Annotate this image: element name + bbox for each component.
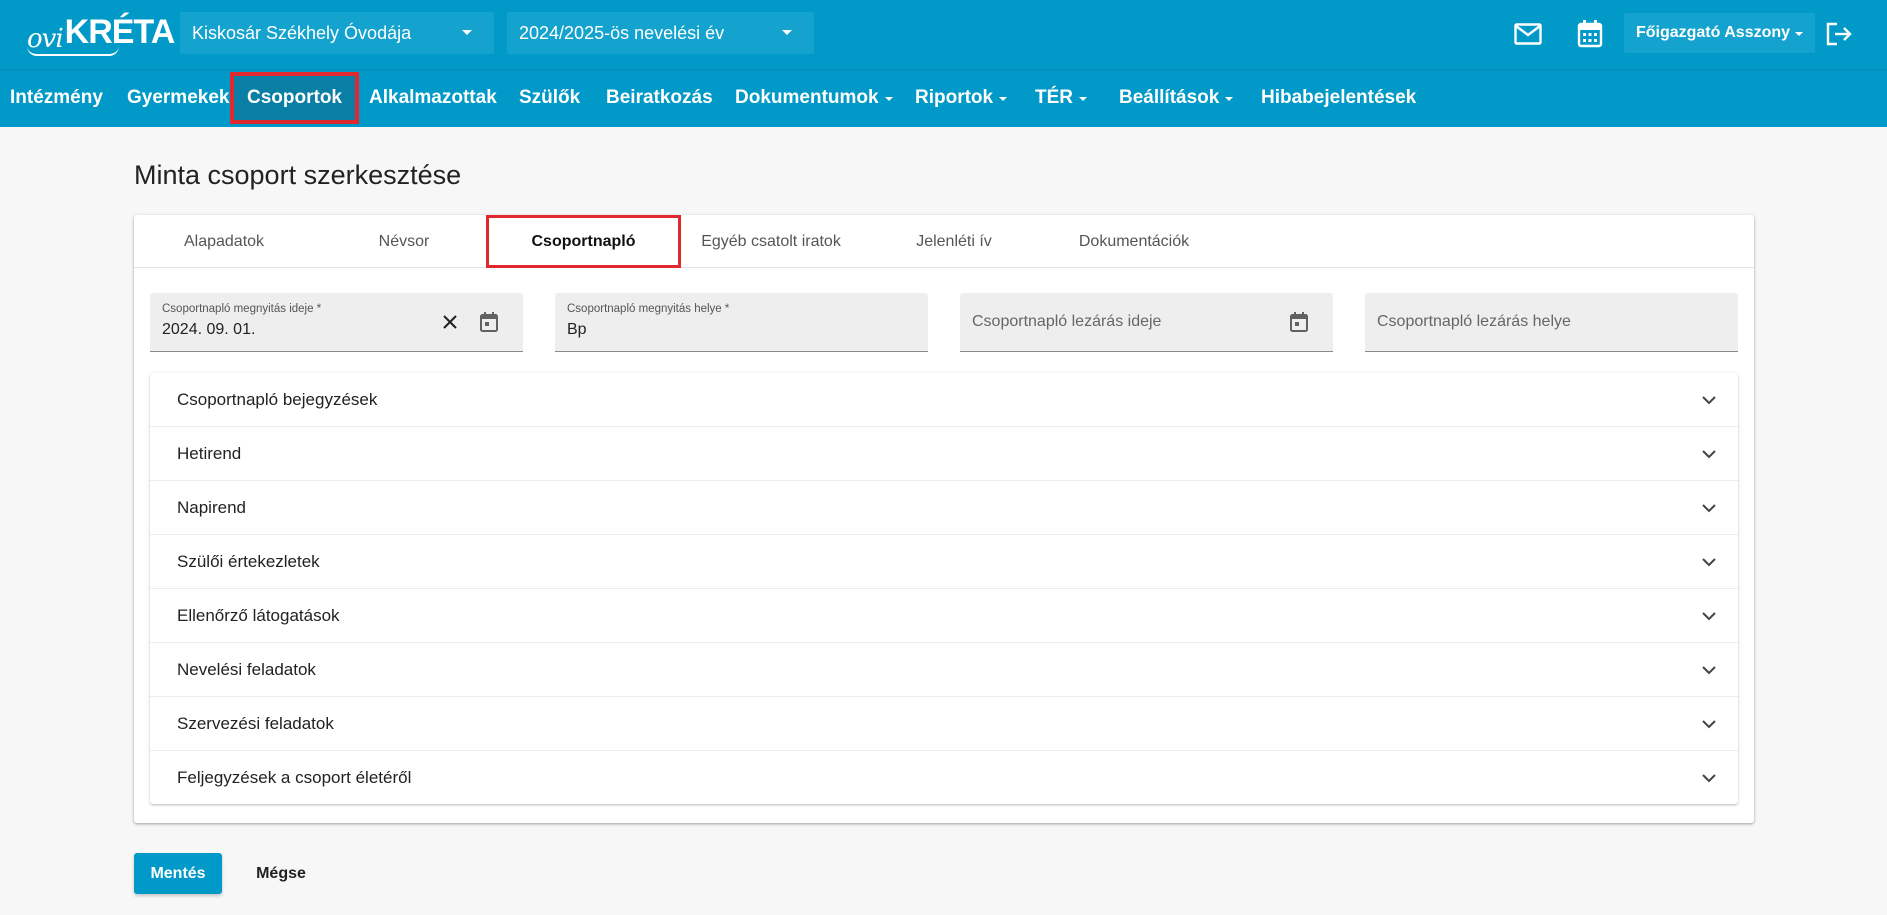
accordion-item-label: Csoportnapló bejegyzések [177,390,378,409]
user-menu[interactable]: Főigazgató Asszony [1624,13,1815,53]
accordion-item-label: Feljegyzések a csoport életéről [177,768,412,787]
tab-dokumentaciok[interactable]: Dokumentációk [1044,215,1224,268]
chevron-down-icon [782,30,792,35]
chevron-down-icon [884,97,893,101]
chevron-down-icon [1700,391,1718,409]
accordion-item[interactable]: Nevelési feladatok [150,643,1738,697]
main-nav: Intézmény Gyermekek Csoportok Alkalmazot… [0,69,1887,127]
chevron-down-icon [462,30,472,35]
calendar-icon[interactable] [1575,19,1605,49]
calendar-icon[interactable] [1288,311,1310,333]
nav-item-label: TÉR [1035,87,1073,108]
tab-alapadatok[interactable]: Alapadatok [134,215,314,268]
tab-label: Alapadatok [183,232,265,250]
chevron-down-icon [1700,553,1718,571]
school-year-select[interactable]: 2024/2025-ös nevelési év [507,12,814,54]
nav-item-riportok[interactable]: Riportok [915,76,1008,120]
tab-label: Egyéb csatolt iratok [701,232,841,250]
accordion-item[interactable]: Szervezési feladatok [150,697,1738,751]
tab-label: Csoportnapló [531,232,636,250]
nav-item-label: Intézmény [10,87,103,108]
nav-item-label: Alkalmazottak [369,87,497,108]
accordion-item[interactable]: Napirend [150,481,1738,535]
closing-place-field[interactable]: Csoportnapló lezárás helye [1365,293,1738,352]
accordion-item[interactable]: Ellenőrző látogatások [150,589,1738,643]
closing-date-placeholder: Csoportnapló lezárás ideje [972,313,1162,330]
ovikreta-logo[interactable]: ovi KRÉTA [27,13,175,56]
chevron-down-icon [999,97,1008,101]
nav-item-label: Hibabejelentések [1261,87,1417,108]
calendar-icon[interactable] [478,311,500,333]
user-menu-label: Főigazgató Asszony [1635,24,1791,41]
opening-date-label: Csoportnapló megnyitás ideje * [162,303,322,315]
nav-item-alkalmazottak[interactable]: Alkalmazottak [369,76,497,120]
nav-item-label: Gyermekek [127,87,230,108]
accordion-item-label: Nevelési feladatok [177,660,316,679]
opening-date-field[interactable]: Csoportnapló megnyitás ideje * [150,293,523,352]
nav-item-gyermekek[interactable]: Gyermekek [127,76,229,120]
closing-date-field[interactable]: Csoportnapló lezárás ideje [960,293,1333,352]
chevron-down-icon [1700,661,1718,679]
institution-select-value: Kiskosár Székhely Óvodája [192,22,412,43]
nav-item-label: Beiratkozás [606,87,713,108]
chevron-down-icon [1700,499,1718,517]
tab-label: Dokumentációk [1078,232,1190,250]
accordion-item[interactable]: Szülői értekezletek [150,535,1738,589]
institution-select[interactable]: Kiskosár Székhely Óvodája [180,12,494,54]
nav-item-beiratkozas[interactable]: Beiratkozás [606,76,713,120]
nav-item-label: Riportok [915,87,994,108]
nav-item-intezmeny[interactable]: Intézmény [10,76,103,120]
tab-csoportnaplo[interactable]: Csoportnapló [486,215,681,268]
page-title: Minta csoport szerkesztése [134,160,462,190]
chevron-down-icon [1700,715,1718,733]
school-year-select-value: 2024/2025-ös nevelési év [519,22,725,43]
nav-item-label: Szülők [519,87,581,108]
nav-item-label: Dokumentumok [735,87,879,108]
tab-egyeb-csatolt-iratok[interactable]: Egyéb csatolt iratok [681,215,861,268]
tab-bar: Alapadatok Névsor Csoportnapló Egyéb csa… [134,215,1754,268]
chevron-down-icon [1700,445,1718,463]
accordion-item-label: Ellenőrző látogatások [177,606,340,625]
nav-item-dokumentumok[interactable]: Dokumentumok [735,76,893,120]
tab-jeleneti-iv[interactable]: Jelenléti ív [864,215,1044,268]
edit-group-card: Alapadatok Névsor Csoportnapló Egyéb csa… [134,215,1754,823]
accordion-item[interactable]: Csoportnapló bejegyzések [150,373,1738,427]
closing-place-placeholder: Csoportnapló lezárás helye [1377,313,1571,330]
accordion-item-label: Napirend [177,498,246,517]
sections-accordion: Csoportnapló bejegyzések Hetirend Napire… [150,373,1738,804]
save-button[interactable]: Mentés [134,853,222,894]
chevron-down-icon [1700,769,1718,787]
accordion-item[interactable]: Feljegyzések a csoport életéről [150,751,1738,804]
cancel-button[interactable]: Mégse [237,853,325,894]
tab-label: Jelenléti ív [916,232,992,250]
nav-item-ter[interactable]: TÉR [1035,76,1087,120]
nav-item-label: Beállítások [1119,87,1220,108]
accordion-item-label: Szülői értekezletek [177,552,320,571]
logo-swoosh [27,46,119,56]
logout-icon[interactable] [1824,19,1854,49]
opening-date-input[interactable] [162,321,412,339]
accordion-item-label: Szervezési feladatok [177,714,334,733]
tab-label: Névsor [378,232,430,250]
nav-item-hibabejelentesek[interactable]: Hibabejelentések [1261,76,1416,120]
opening-place-label: Csoportnapló megnyitás helye * [567,303,730,315]
accordion-item-label: Hetirend [177,444,242,463]
tab-nevsor[interactable]: Névsor [314,215,494,268]
top-header: ovi KRÉTA Kiskosár Székhely Óvodája 2024… [0,0,1887,69]
nav-item-beallitasok[interactable]: Beállítások [1119,76,1234,120]
opening-place-input[interactable] [567,321,817,339]
opening-place-field[interactable]: Csoportnapló megnyitás helye * [555,293,928,352]
chevron-down-icon [1079,97,1087,101]
clear-icon[interactable] [439,311,461,333]
chevron-down-icon [1795,32,1804,36]
mail-icon[interactable] [1513,19,1543,49]
accordion-item[interactable]: Hetirend [150,427,1738,481]
chevron-down-icon [1225,97,1234,101]
nav-item-szulok[interactable]: Szülők [519,76,580,120]
nav-item-csoportok[interactable]: Csoportok [230,72,359,124]
chevron-down-icon [1700,607,1718,625]
nav-item-label: Csoportok [247,87,342,108]
